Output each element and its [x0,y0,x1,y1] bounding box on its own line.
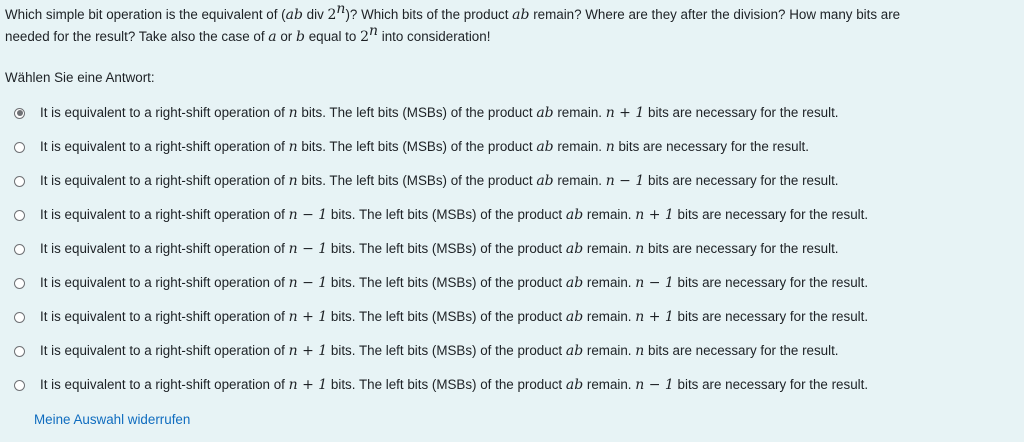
answer-option[interactable]: It is equivalent to a right-shift operat… [14,234,1004,264]
question-text: Which simple bit operation is the equiva… [5,0,901,45]
radio-button[interactable] [14,175,25,187]
answer-option[interactable]: It is equivalent to a right-shift operat… [14,166,1004,196]
clear-choice-link[interactable]: Meine Auswahl widerrufen [34,411,190,429]
answer-option[interactable]: It is equivalent to a right-shift operat… [14,132,1004,162]
radio-button[interactable] [14,277,25,289]
result-bits: n − 1 [605,173,645,189]
result-bits: n [605,139,615,155]
result-bits: n + 1 [635,309,674,325]
shift-amount: n + 1 [288,377,328,393]
radio-button[interactable] [14,107,25,119]
answer-label: It is equivalent to a right-shift operat… [40,207,869,223]
result-bits: n + 1 [635,207,674,223]
answer-label: It is equivalent to a right-shift operat… [40,275,869,291]
result-bits: n − 1 [635,377,674,393]
shift-amount: n − 1 [288,275,328,291]
radio-button[interactable] [14,243,25,255]
result-bits: n + 1 [605,105,645,121]
radio-button[interactable] [14,379,25,391]
answer-option[interactable]: It is equivalent to a right-shift operat… [14,370,1004,400]
shift-amount: n [288,105,298,121]
answer-option[interactable]: It is equivalent to a right-shift operat… [14,200,1004,230]
shift-amount: n [288,173,298,189]
answer-option[interactable]: It is equivalent to a right-shift operat… [14,336,1004,366]
shift-amount: n + 1 [288,343,328,359]
answer-option[interactable]: It is equivalent to a right-shift operat… [14,268,1004,298]
answer-label: It is equivalent to a right-shift operat… [40,377,869,393]
shift-amount: n [288,139,298,155]
result-bits: n [635,343,645,359]
answer-label: It is equivalent to a right-shift operat… [40,309,869,325]
result-bits: n [635,241,645,257]
answer-prompt: Wählen Sie eine Antwort: [5,70,155,85]
answer-option[interactable]: It is equivalent to a right-shift operat… [14,98,1004,128]
answer-label: It is equivalent to a right-shift operat… [40,139,809,155]
answer-label: It is equivalent to a right-shift operat… [40,241,839,257]
radio-button[interactable] [14,141,25,153]
radio-button[interactable] [14,345,25,357]
radio-button[interactable] [14,311,25,323]
answer-label: It is equivalent to a right-shift operat… [40,343,839,359]
shift-amount: n + 1 [288,309,328,325]
answer-label: It is equivalent to a right-shift operat… [40,105,839,121]
radio-button[interactable] [14,209,25,221]
shift-amount: n − 1 [288,207,328,223]
answer-label: It is equivalent to a right-shift operat… [40,173,839,189]
shift-amount: n − 1 [288,241,328,257]
answer-option[interactable]: It is equivalent to a right-shift operat… [14,302,1004,332]
result-bits: n − 1 [635,275,674,291]
